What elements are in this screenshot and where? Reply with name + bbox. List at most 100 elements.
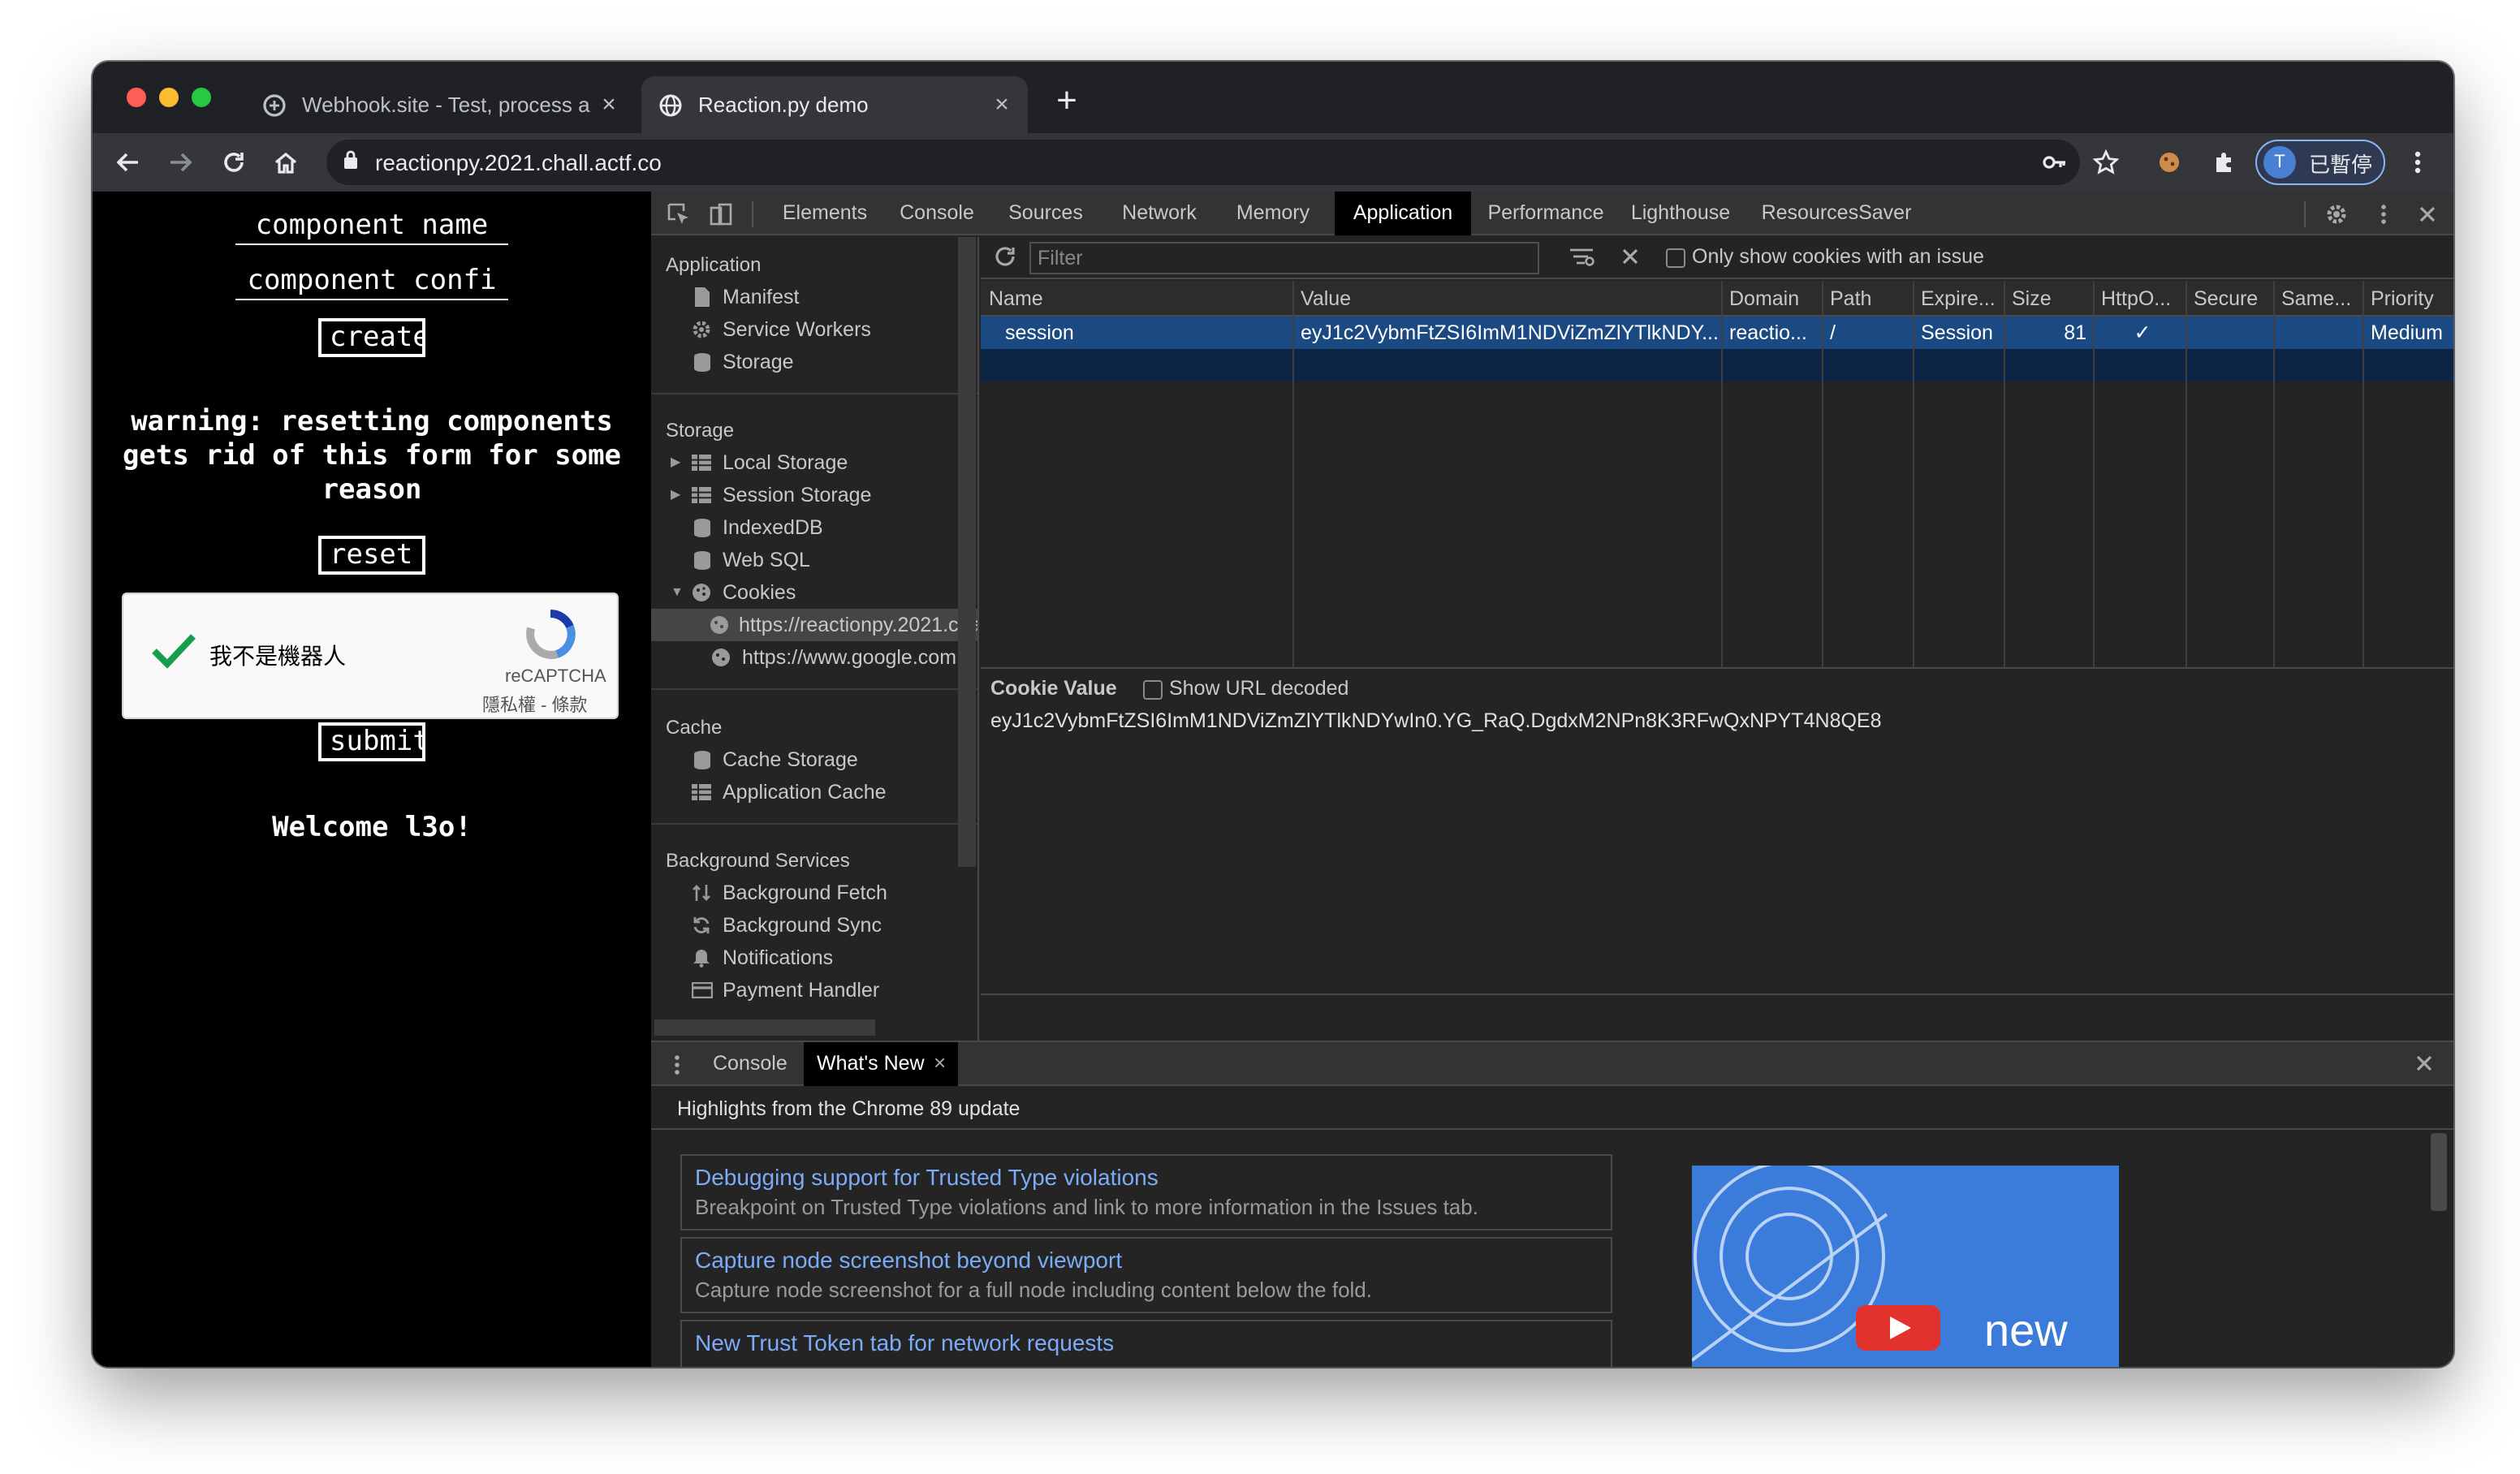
sidebar-item-background-sync[interactable]: Background Sync [690,909,966,942]
profile-button[interactable]: T 已暫停 [2255,140,2385,185]
cookie-value-text[interactable]: eyJ1c2VybmFtZSI6ImM1NDViZmZlYTlkNDYwIn0.… [990,709,1882,732]
more-menu-icon[interactable] [2398,143,2437,182]
close-devtools-icon[interactable] [2413,200,2442,229]
home-icon[interactable] [266,143,305,182]
drawer-menu-icon[interactable] [674,1054,680,1081]
drawer-tab-whats-new[interactable]: What's New × [804,1042,958,1086]
sidebar-item-storage[interactable]: Storage [690,346,966,378]
maximize-window-button[interactable] [192,88,211,107]
puzzle-extensions-icon[interactable] [2205,143,2244,182]
sidebar-item-background-fetch[interactable]: Background Fetch [690,877,966,909]
refresh-icon[interactable] [994,245,1016,273]
video-thumbnail[interactable]: new [1692,1166,2119,1367]
sidebar-item-session-storage[interactable]: ▶ Session Storage [671,479,966,511]
close-drawer-icon[interactable] [2414,1054,2434,1078]
tab-reaction[interactable]: Reaction.py demo × [641,76,1028,133]
whats-new-item-title[interactable]: Debugging support for Trusted Type viola… [695,1164,1159,1190]
back-icon[interactable] [109,143,148,182]
devtools-menu-icon[interactable] [2369,200,2398,229]
column-header-domain[interactable]: Domain [1723,281,1820,317]
component-name-input[interactable]: component name [235,208,508,245]
filter-settings-icon[interactable] [1569,245,1594,273]
column-header-samesite[interactable]: Same... [2275,281,2361,317]
tab-resourcessaver[interactable]: ResourcesSaver [1755,192,1918,235]
whats-new-item-title[interactable]: New Trust Token tab for network requests [695,1330,1114,1355]
drawer-tab-console[interactable]: Console [713,1042,788,1086]
tab-lighthouse[interactable]: Lighthouse [1620,192,1741,235]
clear-all-icon[interactable] [1620,247,1640,271]
column-header-value[interactable]: Value [1294,281,1720,317]
sidebar-item-service-workers[interactable]: Service Workers [690,313,966,346]
tab-elements[interactable]: Elements [770,192,880,235]
cookie-samesite [2275,317,2361,349]
create-button[interactable]: create [318,318,425,357]
reload-icon[interactable] [214,143,253,182]
sidebar-item-cache-storage[interactable]: Cache Storage [690,743,966,776]
extension-cookie-icon[interactable] [2150,143,2189,182]
tab-console[interactable]: Console [883,192,990,235]
key-icon[interactable] [2035,143,2073,182]
checkmark-icon[interactable] [149,630,198,680]
sidebar-item-manifest[interactable]: Manifest [690,281,966,313]
column-header-httponly[interactable]: HttpO... [2095,281,2184,317]
star-icon[interactable] [2086,143,2125,182]
device-toolbar-icon[interactable] [706,200,736,229]
sidebar-item-web-sql[interactable]: Web SQL [690,544,966,576]
column-header-name[interactable]: Name [982,281,1291,317]
table-row-empty[interactable] [981,349,2453,381]
address-bar[interactable]: reactionpy.2021.chall.actf.co [326,140,2080,185]
close-window-button[interactable] [127,88,146,107]
close-drawer-tab-icon[interactable]: × [934,1050,946,1075]
column-divider [1721,281,1723,667]
sidebar-scrollbar[interactable] [958,237,976,867]
url-text: reactionpy.2021.chall.actf.co [375,149,662,175]
new-tab-button[interactable]: + [1047,82,1086,122]
column-header-size[interactable]: Size [2005,281,2093,317]
recaptcha-links[interactable]: 隱私權 - 條款 [482,692,588,718]
sidebar-horizontal-scrollbar[interactable] [654,1019,875,1036]
reset-button[interactable]: reset [318,536,425,575]
drawer-scrollbar[interactable] [2431,1133,2447,1211]
component-config-input[interactable]: component confi [235,263,508,300]
collapse-arrow-icon[interactable]: ▼ [671,576,690,609]
column-header-path[interactable]: Path [1823,281,1911,317]
close-tab-icon[interactable]: × [986,91,1018,119]
sidebar-item-local-storage[interactable]: ▶ Local Storage [671,446,966,479]
column-header-secure[interactable]: Secure [2187,281,2272,317]
inspect-element-icon[interactable] [664,200,693,229]
tab-webhook[interactable]: Webhook.site - Test, process a × [245,76,635,133]
show-url-decoded-checkbox[interactable] [1143,680,1163,700]
sidebar-item-cookie-origin-reactionpy[interactable]: https://reactionpy.2021.chall.actf.co [651,609,977,641]
tab-sources[interactable]: Sources [994,192,1098,235]
sidebar-item-application-cache[interactable]: Application Cache [690,776,966,808]
column-header-expires[interactable]: Expire... [1914,281,2002,317]
tab-performance[interactable]: Performance [1479,192,1612,235]
expand-arrow-icon[interactable]: ▶ [671,446,690,479]
whats-new-item[interactable]: Capture node screenshot beyond viewport … [680,1237,1612,1313]
table-row[interactable]: session eyJ1c2VybmFtZSI6ImM1NDViZmZlYTlk… [981,317,2453,349]
close-tab-icon[interactable]: × [593,91,625,119]
sidebar-item-payment-handler[interactable]: Payment Handler [690,974,966,1006]
settings-gear-icon[interactable] [2322,200,2351,229]
sidebar-item-label: Storage [723,351,794,373]
lock-icon[interactable] [343,148,359,177]
sidebar-item-notifications[interactable]: Notifications [690,942,966,974]
tab-application[interactable]: Application [1335,192,1471,235]
whats-new-item[interactable]: Debugging support for Trusted Type viola… [680,1154,1612,1230]
tab-memory[interactable]: Memory [1221,192,1325,235]
tab-network[interactable]: Network [1106,192,1213,235]
cookie-filter-input[interactable]: Filter [1029,242,1539,274]
whats-new-item-title[interactable]: Capture node screenshot beyond viewport [695,1247,1122,1273]
column-header-priority[interactable]: Priority [2364,281,2453,317]
whats-new-item[interactable]: New Trust Token tab for network requests [680,1320,1612,1367]
database-icon [690,351,713,373]
expand-arrow-icon[interactable]: ▶ [671,479,690,511]
submit-button[interactable]: submit [318,722,425,761]
minimize-window-button[interactable] [159,88,179,107]
sidebar-item-cookie-origin-google[interactable]: https://www.google.com [710,641,977,674]
issue-only-checkbox[interactable] [1666,248,1685,268]
play-button-icon[interactable] [1856,1305,1940,1351]
sidebar-item-cookies[interactable]: ▼ Cookies [671,576,966,609]
forward-icon[interactable] [161,143,200,182]
sidebar-item-indexeddb[interactable]: IndexedDB [690,511,966,544]
